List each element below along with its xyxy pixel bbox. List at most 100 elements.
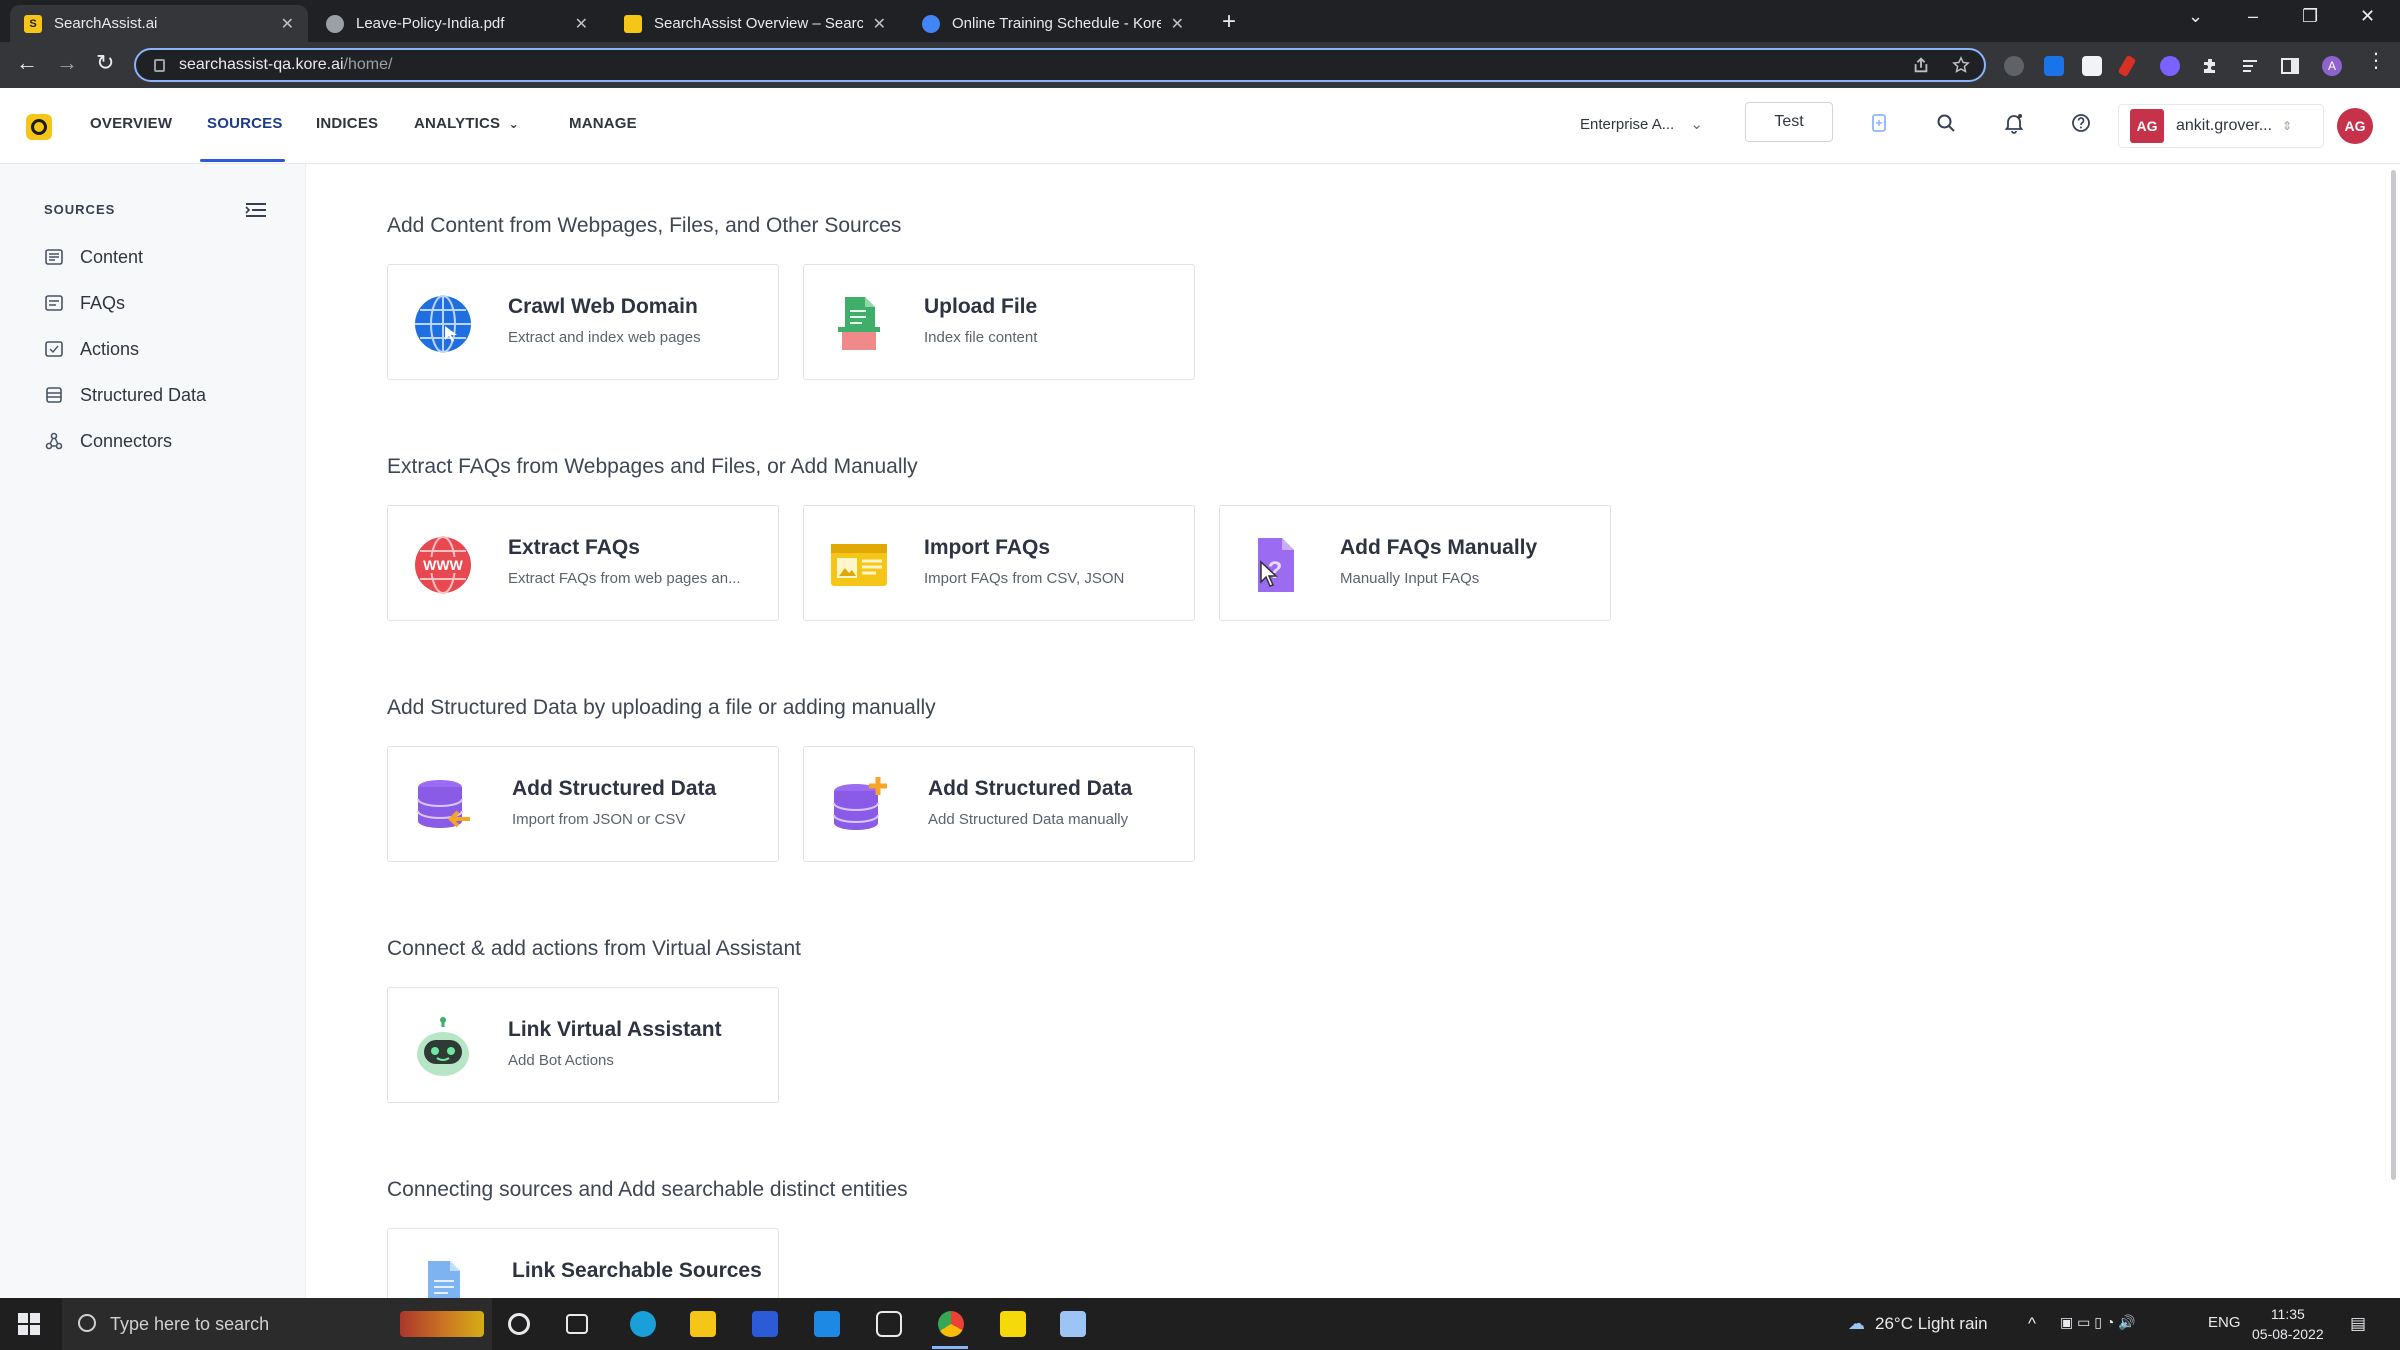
upload-file-card[interactable]: Upload File Index file content [803, 264, 1195, 380]
content-icon [45, 249, 63, 265]
forward-arrow-icon[interactable]: → [56, 50, 78, 76]
sidebar-item-actions[interactable]: Actions [44, 334, 139, 364]
publish-sync-icon[interactable] [1868, 112, 1890, 134]
card-title: Add FAQs Manually [1340, 536, 1538, 559]
mouse-cursor-icon [1260, 560, 1278, 587]
account-avatar: AG [2130, 109, 2164, 143]
card-title: Link Virtual Assistant [508, 1018, 722, 1041]
extension-icon[interactable] [2082, 56, 2102, 76]
import-icon [831, 544, 887, 586]
chrome-icon[interactable] [938, 1311, 964, 1337]
puzzle-extensions-icon[interactable] [2200, 56, 2220, 76]
close-icon[interactable]: ✕ [1171, 14, 1184, 34]
task-view-icon[interactable] [566, 1314, 588, 1334]
bell-notification-icon[interactable] [2003, 112, 2025, 134]
help-icon[interactable] [2070, 112, 2092, 134]
sidebar-item-content[interactable]: Content [44, 242, 143, 272]
www-icon: WWW [415, 536, 471, 594]
close-icon[interactable]: ✕ [281, 14, 294, 34]
back-arrow-icon[interactable]: ← [16, 50, 38, 76]
cortana-icon[interactable] [508, 1313, 530, 1335]
browser-tab-bar: S SearchAssist.ai ✕ Leave-Policy-India.p… [0, 0, 2400, 42]
extract-faqs-card[interactable]: WWW Extract FAQs Extract FAQs from web p… [387, 505, 779, 621]
edge-icon[interactable] [630, 1311, 656, 1337]
browser-tab-searchassist-overview[interactable]: SearchAssist Overview – SearchA ✕ [610, 5, 900, 42]
search-highlight-image [400, 1311, 484, 1337]
mail-icon[interactable] [814, 1311, 840, 1337]
browser-tab-leave-policy[interactable]: Leave-Policy-India.pdf ✕ [312, 5, 602, 42]
globe-favicon [326, 14, 344, 33]
card-title: Import FAQs [924, 536, 1051, 559]
address-bar[interactable]: searchassist-qa.kore.ai/home/ [134, 48, 1986, 82]
reading-list-icon[interactable] [2240, 56, 2260, 76]
card-subtitle: Add Structured Data manually [928, 811, 1129, 828]
reload-icon[interactable]: ↻ [96, 50, 114, 76]
nav-sources[interactable]: SOURCES [207, 115, 283, 132]
profile-avatar[interactable]: AG [2337, 108, 2373, 144]
active-nav-indicator [200, 159, 285, 162]
language-indicator[interactable]: ENG [2208, 1314, 2241, 1331]
card-title: Add Structured Data [928, 777, 1133, 800]
connectors-icon [45, 432, 63, 450]
browser-menu-kebab-icon[interactable]: ⋮ [2366, 48, 2386, 73]
close-icon[interactable]: ✕ [575, 14, 588, 34]
section-title-content: Add Content from Webpages, Files, and Ot… [387, 214, 902, 237]
extension-icon[interactable] [2160, 56, 2180, 76]
notepad-icon[interactable] [1060, 1311, 1086, 1337]
extension-icon[interactable] [2004, 56, 2024, 76]
sidebar-item-faqs[interactable]: FAQs [44, 288, 125, 318]
collapse-menu-icon[interactable] [244, 200, 268, 220]
sources-main-panel: Add Content from Webpages, Files, and Ot… [307, 164, 2400, 1298]
new-tab-plus-icon[interactable]: + [1222, 8, 1236, 36]
file-upload-icon [838, 297, 880, 350]
searchassist-logo[interactable] [26, 114, 52, 140]
bookmark-star-icon[interactable] [1952, 56, 1970, 74]
sources-sidebar: SOURCES Content FAQs Actions Structured … [0, 164, 306, 1298]
weather-widget[interactable]: ☁ 26°C Light rain [1848, 1314, 1988, 1334]
nav-analytics[interactable]: ANALYTICS ⌄ [414, 115, 519, 132]
browser-tab-searchassist[interactable]: S SearchAssist.ai ✕ [10, 5, 308, 42]
sidebar-item-connectors[interactable]: Connectors [44, 426, 172, 456]
tray-chevron-icon[interactable]: ^ [2028, 1314, 2036, 1334]
extension-icon[interactable] [2117, 54, 2137, 78]
nav-indices[interactable]: INDICES [316, 115, 378, 132]
store-icon[interactable] [752, 1311, 778, 1337]
settings-hex-icon[interactable] [876, 1311, 902, 1337]
section-title-searchable-sources: Connecting sources and Add searchable di… [387, 1178, 908, 1201]
add-structured-data-manually-card[interactable]: Add Structured Data Add Structured Data … [803, 746, 1195, 862]
chevron-down-icon: ⌄ [508, 117, 519, 131]
test-button[interactable]: Test [1745, 102, 1833, 142]
window-close-icon[interactable]: ✕ [2360, 6, 2375, 27]
link-virtual-assistant-card[interactable]: Link Virtual Assistant Add Bot Actions [387, 987, 779, 1103]
tab-search-chevron-icon[interactable]: ⌄ [2188, 6, 2203, 27]
side-panel-icon[interactable] [2280, 56, 2300, 76]
import-structured-data-card[interactable]: Add Structured Data Import from JSON or … [387, 746, 779, 862]
nav-overview[interactable]: OVERVIEW [90, 115, 172, 132]
extension-icon[interactable] [2044, 56, 2064, 76]
notification-center-icon[interactable]: ▤ [2350, 1314, 2366, 1334]
share-icon[interactable] [1912, 56, 1930, 74]
account-switcher[interactable]: AG ankit.grover... ⇕ [2118, 104, 2324, 148]
tray-status-icons[interactable]: ▣ ▭ ▯ ◔ 🔊 [2060, 1314, 2136, 1331]
section-title-virtual-assistant: Connect & add actions from Virtual Assis… [387, 937, 801, 960]
windows-start-icon[interactable] [18, 1313, 40, 1335]
sidebar-item-structured-data[interactable]: Structured Data [44, 380, 206, 410]
close-icon[interactable]: ✕ [873, 14, 886, 34]
search-icon[interactable] [1935, 112, 1957, 134]
file-explorer-icon[interactable] [690, 1311, 716, 1337]
taskbar-clock[interactable]: 11:35 05-08-2022 [2252, 1304, 2324, 1344]
nav-manage[interactable]: MANAGE [569, 115, 637, 132]
card-title: Upload File [924, 295, 1038, 318]
minimize-icon[interactable]: – [2248, 6, 2258, 27]
import-faqs-card[interactable]: Import FAQs Import FAQs from CSV, JSON [803, 505, 1195, 621]
environment-selector[interactable]: Enterprise A... ⌄ [1580, 115, 1703, 133]
database-import-icon [417, 780, 470, 828]
browser-tab-training-schedule[interactable]: Online Training Schedule - Kore. ✕ [908, 5, 1198, 42]
restore-icon[interactable]: ❐ [2302, 6, 2318, 27]
page-scrollbar[interactable] [2391, 170, 2396, 1180]
crawl-web-domain-card[interactable]: Crawl Web Domain Extract and index web p… [387, 264, 779, 380]
sticky-notes-icon[interactable] [1000, 1311, 1026, 1337]
chrome-profile-avatar[interactable]: A [2322, 56, 2342, 76]
globe-icon [415, 295, 471, 353]
link-searchable-sources-card[interactable]: Link Searchable Sources [387, 1228, 779, 1298]
